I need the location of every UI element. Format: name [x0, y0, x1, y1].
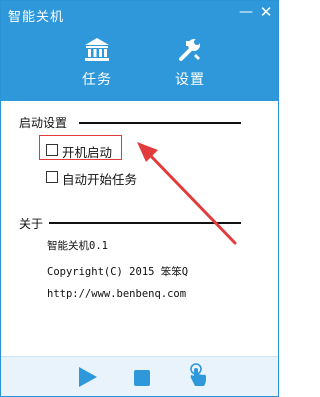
stop-button[interactable]: [134, 370, 150, 390]
tap-icon: [190, 363, 206, 386]
app-window: 智能关机 — ✕ 任务 设置 启动设置 开机启动 自动开始任务 关于 智能关机0…: [0, 0, 279, 397]
tap-button[interactable]: [187, 363, 209, 393]
play-button[interactable]: [78, 366, 98, 392]
footer-toolbar: [1, 356, 278, 396]
stop-icon: [134, 370, 150, 386]
annotation-arrow: [137, 142, 237, 245]
play-icon: [79, 367, 97, 387]
